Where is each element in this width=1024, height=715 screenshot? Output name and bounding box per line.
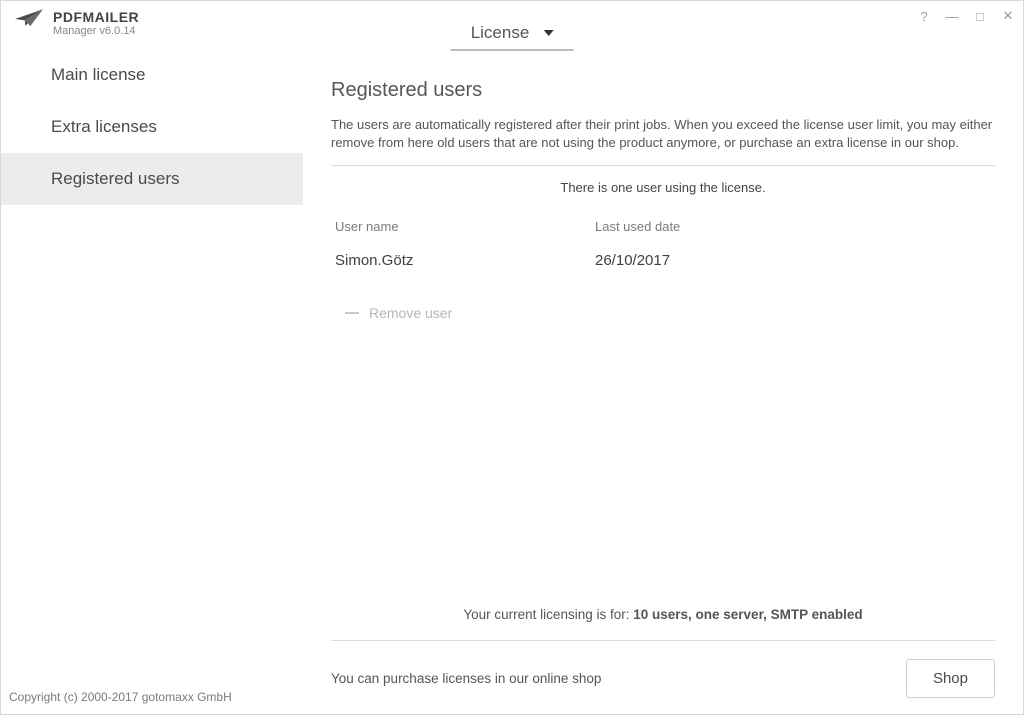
- section-dropdown-label: License: [471, 23, 530, 43]
- brand: PDFMAILER Manager v6.0.14: [1, 1, 139, 37]
- sidebar: Main license Extra licenses Registered u…: [1, 49, 303, 714]
- footer-bar: You can purchase licenses in our online …: [331, 640, 995, 704]
- minus-icon: [345, 312, 359, 314]
- table-header: User name Last used date: [331, 219, 995, 244]
- licensing-details: 10 users, one server, SMTP enabled: [633, 607, 862, 622]
- column-header-lastused: Last used date: [595, 219, 991, 234]
- sidebar-item-extra-licenses[interactable]: Extra licenses: [1, 101, 303, 153]
- shop-hint-text: You can purchase licenses in our online …: [331, 671, 601, 686]
- main-content: Registered users The users are automatic…: [303, 49, 1023, 714]
- titlebar: PDFMAILER Manager v6.0.14 License ? — □ …: [1, 1, 1023, 49]
- cell-lastused: 26/10/2017: [595, 252, 991, 269]
- sidebar-item-registered-users[interactable]: Registered users: [1, 153, 303, 205]
- licensing-summary: Your current licensing is for: 10 users,…: [331, 597, 995, 640]
- paper-plane-icon: [15, 9, 43, 29]
- sidebar-item-label: Main license: [51, 65, 146, 85]
- window-controls: ? — □ ✕: [917, 9, 1015, 23]
- sidebar-item-label: Extra licenses: [51, 117, 157, 137]
- body: Main license Extra licenses Registered u…: [1, 49, 1023, 714]
- page-description: The users are automatically registered a…: [331, 116, 995, 166]
- chevron-down-icon: [543, 30, 553, 36]
- shop-button[interactable]: Shop: [906, 659, 995, 698]
- column-header-username: User name: [335, 219, 595, 234]
- licensing-prefix: Your current licensing is for:: [463, 607, 633, 622]
- cell-username: Simon.Götz: [335, 252, 595, 269]
- app-window: PDFMAILER Manager v6.0.14 License ? — □ …: [0, 0, 1024, 715]
- app-subtitle: Manager v6.0.14: [53, 25, 139, 37]
- remove-user-label: Remove user: [369, 305, 452, 321]
- table-row[interactable]: Simon.Götz 26/10/2017: [331, 244, 995, 281]
- section-dropdown[interactable]: License: [451, 23, 574, 51]
- maximize-button[interactable]: □: [973, 9, 987, 23]
- sidebar-item-main-license[interactable]: Main license: [1, 49, 303, 101]
- users-table: User name Last used date Simon.Götz 26/1…: [331, 219, 995, 281]
- user-count-status: There is one user using the license.: [331, 166, 995, 219]
- page-title: Registered users: [331, 79, 995, 102]
- remove-user-button[interactable]: Remove user: [331, 281, 995, 321]
- sidebar-item-label: Registered users: [51, 169, 180, 189]
- copyright-text: Copyright (c) 2000-2017 gotomaxx GmbH: [1, 690, 303, 714]
- close-button[interactable]: ✕: [1001, 9, 1015, 23]
- help-button[interactable]: ?: [917, 9, 931, 23]
- minimize-button[interactable]: —: [945, 9, 959, 23]
- app-title: PDFMAILER: [53, 9, 139, 25]
